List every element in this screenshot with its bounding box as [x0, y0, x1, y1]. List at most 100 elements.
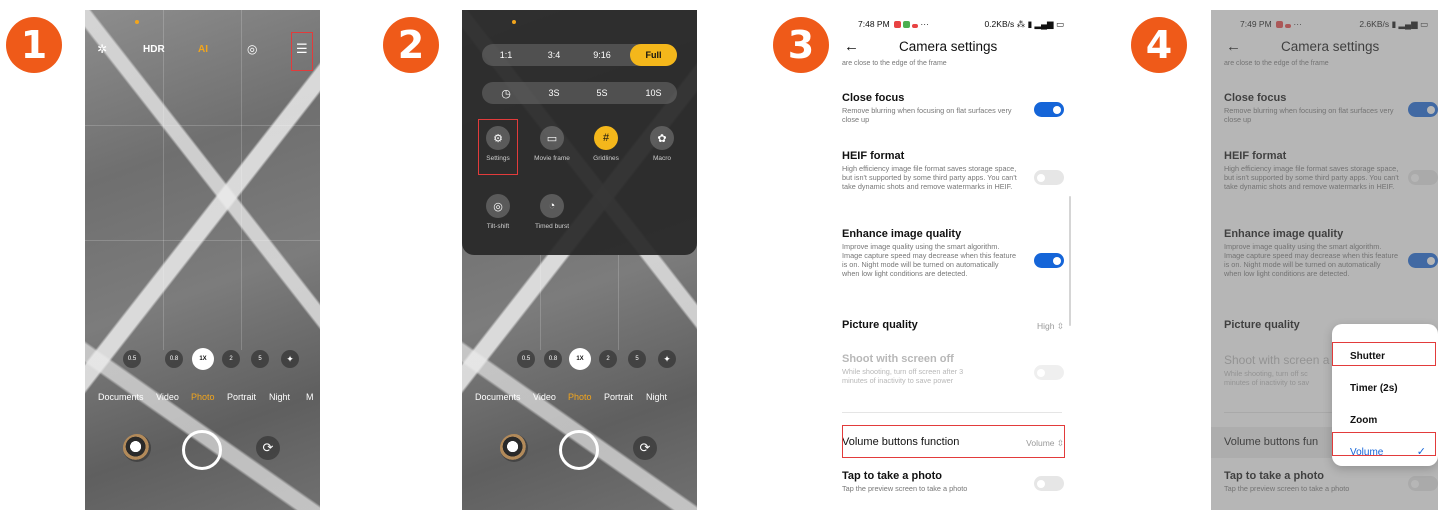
- setting-title: Close focus: [842, 92, 905, 104]
- gridlines-icon: #: [594, 126, 618, 150]
- setting-tap-photo[interactable]: Tap to take a photo Tap the preview scre…: [842, 470, 1062, 493]
- shutter-button[interactable]: [182, 430, 222, 470]
- switch-camera-icon[interactable]: ⟳: [256, 436, 280, 460]
- camera-screen-1: ✲ HDR AI ◎ ☰ 0.5 0.8 1X 2 5 ✦ Documents …: [85, 10, 320, 510]
- zoom-selector: 0.5 0.8 1X 2 5 ✦: [462, 348, 697, 372]
- back-arrow-icon[interactable]: ←: [844, 38, 859, 55]
- setting-heif[interactable]: HEIF format High efficiency image file f…: [842, 150, 1062, 191]
- tile-tilt-shift[interactable]: ◎ Tilt-shift: [473, 194, 523, 230]
- step-badge-4: 4: [1131, 17, 1187, 73]
- tile-timed-burst[interactable]: ◔ Timed burst: [527, 194, 577, 230]
- setting-desc: Tap the preview screen to take a photo: [842, 484, 968, 493]
- tile-tilt-shift-label: Tilt-shift: [486, 223, 510, 230]
- setting-title: Tap to take a photo: [842, 470, 943, 482]
- gallery-thumbnail[interactable]: [123, 434, 151, 462]
- zoom-0-8[interactable]: 0.8: [165, 350, 183, 368]
- ai-button[interactable]: AI: [198, 44, 208, 55]
- mode-more[interactable]: M: [306, 392, 314, 402]
- setting-picture-quality[interactable]: Picture quality: [842, 319, 1062, 331]
- setting-enhance-quality[interactable]: Enhance image quality Improve image qual…: [842, 228, 1062, 278]
- highlight-volume-buttons: [842, 425, 1065, 458]
- mode-night[interactable]: Night: [269, 392, 290, 402]
- enhance-quality-toggle[interactable]: [1034, 253, 1064, 268]
- movie-frame-icon: ▭: [540, 126, 564, 150]
- mode-documents[interactable]: Documents: [98, 392, 144, 402]
- status-network: 0.2KB/s ⁂ ▮ ▂▄▆ ▭: [984, 19, 1064, 29]
- tile-movie-frame-label: Movie frame: [534, 155, 570, 162]
- zoom-5[interactable]: 5: [628, 350, 646, 368]
- step-badge-3: 3: [773, 17, 829, 73]
- timer-3s[interactable]: 3S: [530, 82, 578, 104]
- privacy-indicator: [512, 20, 516, 24]
- zoom-2[interactable]: 2: [599, 350, 617, 368]
- mode-selector: Documents Video Photo Portrait Night: [462, 392, 697, 406]
- camera-quick-menu: 1:1 3:4 9:16 Full ◷ 3S 5S 10S ⚙ Settings…: [462, 10, 697, 255]
- zoom-selector: 0.5 0.8 1X 2 5 ✦: [85, 348, 320, 372]
- picture-quality-value[interactable]: High ⇳: [1037, 321, 1064, 332]
- mode-video[interactable]: Video: [156, 392, 179, 402]
- scrollbar[interactable]: [1069, 196, 1071, 326]
- setting-desc: While shooting, turn off screen after 3 …: [842, 367, 964, 385]
- timer-off-icon[interactable]: ◷: [482, 82, 530, 104]
- zoom-5[interactable]: 5: [251, 350, 269, 368]
- tilt-shift-icon: ◎: [486, 194, 510, 218]
- setting-title: Shoot with screen off: [842, 353, 954, 365]
- zoom-0-5[interactable]: 0.5: [517, 350, 535, 368]
- timer-10s[interactable]: 10S: [630, 82, 677, 104]
- setting-close-focus[interactable]: Close focus Remove blurring when focusin…: [842, 92, 1062, 124]
- tile-gridlines-label: Gridlines: [593, 155, 619, 162]
- mode-night[interactable]: Night: [646, 392, 667, 402]
- highlight-settings: [478, 119, 518, 175]
- heif-toggle[interactable]: [1034, 170, 1064, 185]
- mode-photo[interactable]: Photo: [568, 392, 592, 402]
- mode-portrait[interactable]: Portrait: [604, 392, 633, 402]
- zoom-0-8[interactable]: 0.8: [544, 350, 562, 368]
- zoom-1x[interactable]: 1X: [192, 348, 214, 370]
- timed-burst-icon: ◔: [540, 194, 564, 218]
- aspect-9-16[interactable]: 9:16: [578, 44, 626, 66]
- option-timer[interactable]: Timer (2s): [1350, 383, 1398, 394]
- tile-gridlines[interactable]: # Gridlines: [581, 126, 631, 162]
- screen-off-toggle: [1034, 365, 1064, 380]
- aspect-ratio-selector: 1:1 3:4 9:16 Full: [482, 44, 677, 66]
- gallery-thumbnail[interactable]: [500, 434, 528, 462]
- shutter-button[interactable]: [559, 430, 599, 470]
- zoom-2[interactable]: 2: [222, 350, 240, 368]
- mode-photo[interactable]: Photo: [191, 392, 215, 402]
- page-title: Camera settings: [899, 39, 998, 54]
- pin-icon[interactable]: ✦: [658, 350, 676, 368]
- settings-screen-3: 7:48 PM ··· 0.2KB/s ⁂ ▮ ▂▄▆ ▭ ← Camera s…: [829, 10, 1074, 510]
- highlight-menu: [291, 32, 313, 71]
- filter-icon[interactable]: ◎: [247, 42, 257, 56]
- setting-desc: Improve image quality using the smart al…: [842, 242, 1017, 278]
- aspect-3-4[interactable]: 3:4: [530, 44, 578, 66]
- tap-photo-toggle[interactable]: [1034, 476, 1064, 491]
- close-focus-toggle[interactable]: [1034, 102, 1064, 117]
- timer-5s[interactable]: 5S: [578, 82, 626, 104]
- cutoff-text: are close to the edge of the frame: [842, 60, 947, 67]
- tile-macro-label: Macro: [652, 155, 672, 162]
- option-zoom[interactable]: Zoom: [1350, 415, 1377, 426]
- flash-icon[interactable]: ✲: [97, 42, 107, 56]
- highlight-volume-option: [1332, 432, 1436, 456]
- hdr-button[interactable]: HDR: [143, 44, 165, 55]
- tile-macro[interactable]: ✿ Macro: [637, 126, 687, 162]
- timer-selector: ◷ 3S 5S 10S: [482, 82, 677, 104]
- status-bar: 7:48 PM ··· 0.2KB/s ⁂ ▮ ▂▄▆ ▭: [829, 19, 1074, 31]
- setting-title: Enhance image quality: [842, 228, 962, 240]
- zoom-0-5[interactable]: 0.5: [123, 350, 141, 368]
- settings-screen-4: 7:49 PM ··· 2.6KB/s ▮ ▂▄▆ ▭ ← Camera set…: [1211, 10, 1438, 510]
- aspect-1-1[interactable]: 1:1: [482, 44, 530, 66]
- highlight-shutter: [1332, 342, 1436, 366]
- zoom-1x[interactable]: 1X: [569, 348, 591, 370]
- mode-video[interactable]: Video: [533, 392, 556, 402]
- aspect-full[interactable]: Full: [630, 44, 677, 66]
- pin-icon[interactable]: ✦: [281, 350, 299, 368]
- switch-camera-icon[interactable]: ⟳: [633, 436, 657, 460]
- tile-movie-frame[interactable]: ▭ Movie frame: [527, 126, 577, 162]
- mode-documents[interactable]: Documents: [475, 392, 521, 402]
- tile-timed-burst-label: Timed burst: [534, 223, 570, 230]
- mode-portrait[interactable]: Portrait: [227, 392, 256, 402]
- setting-title: Picture quality: [842, 319, 918, 331]
- setting-title: HEIF format: [842, 150, 905, 162]
